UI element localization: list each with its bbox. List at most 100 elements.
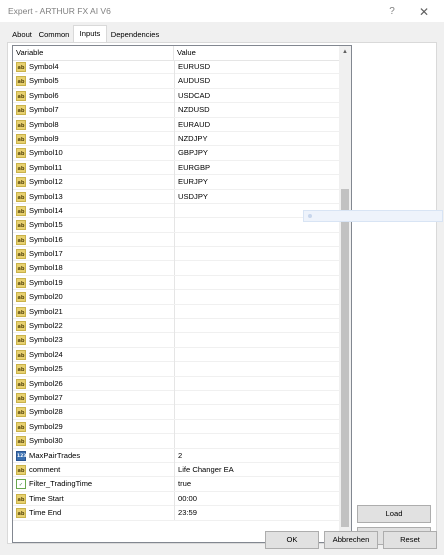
table-row[interactable]: ab Symbol9 NZDJPY [13, 131, 339, 147]
variable-cell[interactable]: ab Symbol8 [13, 118, 173, 132]
variable-cell[interactable]: ab Symbol26 [13, 377, 173, 391]
value-cell[interactable] [174, 347, 339, 362]
table-row[interactable]: ab Symbol15 [13, 218, 339, 233]
variable-cell[interactable]: ab Symbol20 [13, 290, 173, 304]
variable-cell[interactable]: ab Symbol17 [13, 247, 173, 261]
variable-cell[interactable]: ab Symbol28 [13, 405, 173, 419]
value-cell[interactable] [174, 304, 339, 319]
table-row[interactable]: ab Time End 23:59 [13, 506, 339, 521]
table-row[interactable]: ab Time Start 00:00 [13, 491, 339, 507]
value-cell[interactable] [174, 247, 339, 262]
column-header-variable[interactable]: Variable [13, 46, 173, 60]
variable-cell[interactable]: ab Symbol10 [13, 146, 173, 160]
variable-cell[interactable]: ab Symbol27 [13, 391, 173, 405]
table-row[interactable]: ab Symbol22 [13, 319, 339, 334]
table-row[interactable]: ab Symbol19 [13, 275, 339, 291]
column-header-value[interactable]: Value [174, 46, 339, 60]
table-row[interactable]: ab Symbol8 EURAUD [13, 117, 339, 132]
table-row[interactable]: ab Symbol16 [13, 232, 339, 248]
value-cell[interactable]: 23:59 [174, 506, 339, 521]
table-row[interactable]: ab Symbol11 EURGBP [13, 160, 339, 176]
reset-button[interactable]: Reset [383, 531, 437, 549]
table-row[interactable]: 123 MaxPairTrades 2 [13, 448, 339, 463]
variable-cell[interactable]: ab Time End [13, 506, 173, 520]
variable-cell[interactable]: ab Symbol29 [13, 420, 173, 434]
value-cell[interactable] [174, 261, 339, 276]
variable-cell[interactable]: ab Symbol25 [13, 362, 173, 376]
variable-cell[interactable]: ab Symbol16 [13, 233, 173, 247]
cancel-button[interactable]: Abbrechen [324, 531, 378, 549]
table-row[interactable]: ab comment Life Changer EA [13, 462, 339, 478]
variable-cell[interactable]: ab Symbol18 [13, 261, 173, 275]
value-cell[interactable] [174, 232, 339, 247]
value-cell[interactable]: EURUSD [174, 60, 339, 74]
variable-cell[interactable]: ab Symbol21 [13, 305, 173, 319]
table-row[interactable]: ab Symbol14 [13, 203, 339, 219]
value-cell[interactable]: 00:00 [174, 491, 339, 506]
variable-cell[interactable]: ab Symbol11 [13, 161, 173, 175]
variable-cell[interactable]: ab Symbol12 [13, 175, 173, 189]
variable-cell[interactable]: ab Symbol6 [13, 89, 173, 103]
scroll-up-icon[interactable]: ▲ [339, 46, 351, 58]
variable-cell[interactable]: ab Symbol13 [13, 190, 173, 204]
table-row[interactable]: ab Symbol5 AUDUSD [13, 74, 339, 89]
value-cell[interactable]: true [174, 477, 339, 492]
table-row[interactable]: ab Symbol6 USDCAD [13, 88, 339, 104]
value-cell[interactable]: USDJPY [174, 189, 339, 204]
table-row[interactable]: ab Symbol10 GBPJPY [13, 146, 339, 161]
value-cell[interactable]: EURJPY [174, 175, 339, 190]
table-row[interactable]: ab Symbol4 EURUSD [13, 60, 339, 75]
table-row[interactable]: ab Symbol25 [13, 362, 339, 377]
table-row[interactable]: ab Symbol12 EURJPY [13, 175, 339, 190]
variable-cell[interactable]: ab Symbol15 [13, 218, 173, 232]
value-cell[interactable] [174, 275, 339, 290]
table-row[interactable]: ab Symbol26 [13, 376, 339, 391]
variable-cell[interactable]: ✓ Filter_TradingTime [13, 477, 173, 491]
load-button[interactable]: Load [357, 505, 431, 523]
variable-cell[interactable]: ab Time Start [13, 492, 173, 506]
value-cell[interactable]: NZDUSD [174, 103, 339, 118]
tab-about[interactable]: About [10, 28, 34, 42]
close-icon[interactable]: ✕ [414, 4, 434, 20]
variable-cell[interactable]: ab Symbol7 [13, 103, 173, 117]
table-row[interactable]: ab Symbol28 [13, 405, 339, 420]
table-row[interactable]: ab Symbol29 [13, 419, 339, 435]
value-cell[interactable]: EURGBP [174, 160, 339, 175]
value-cell[interactable]: USDCAD [174, 88, 339, 103]
value-cell[interactable]: 2 [174, 448, 339, 463]
table-row[interactable]: ✓ Filter_TradingTime true [13, 477, 339, 492]
table-row[interactable]: ab Symbol13 USDJPY [13, 189, 339, 204]
table-row[interactable]: ab Symbol24 [13, 347, 339, 363]
table-row[interactable]: ab Symbol23 [13, 333, 339, 348]
tab-dependencies[interactable]: Dependencies [107, 28, 163, 42]
value-cell[interactable]: EURAUD [174, 117, 339, 132]
variable-cell[interactable]: ab Symbol9 [13, 132, 173, 146]
value-cell[interactable] [174, 434, 339, 449]
table-row[interactable]: ab Symbol27 [13, 390, 339, 406]
variable-cell[interactable]: ab Symbol5 [13, 74, 173, 88]
value-cell[interactable]: AUDUSD [174, 74, 339, 89]
value-cell[interactable]: Life Changer EA [174, 462, 339, 477]
scrollbar-thumb[interactable] [341, 189, 349, 527]
value-cell[interactable] [174, 333, 339, 348]
value-cell[interactable] [174, 319, 339, 334]
value-cell[interactable] [174, 376, 339, 391]
value-cell[interactable] [174, 405, 339, 420]
value-cell[interactable] [174, 362, 339, 377]
variable-cell[interactable]: ab Symbol14 [13, 204, 173, 218]
value-cell[interactable]: NZDJPY [174, 131, 339, 146]
variable-cell[interactable]: ab Symbol24 [13, 348, 173, 362]
value-cell[interactable] [174, 419, 339, 434]
variable-cell[interactable]: ab comment [13, 463, 173, 477]
value-cell[interactable] [174, 290, 339, 305]
ok-button[interactable]: OK [265, 531, 319, 549]
variable-cell[interactable]: 123 MaxPairTrades [13, 449, 173, 463]
variable-cell[interactable]: ab Symbol19 [13, 276, 173, 290]
variable-cell[interactable]: ab Symbol22 [13, 319, 173, 333]
variable-cell[interactable]: ab Symbol4 [13, 60, 173, 74]
tab-common[interactable]: Common [36, 28, 72, 42]
variable-cell[interactable]: ab Symbol23 [13, 333, 173, 347]
help-icon[interactable]: ? [384, 5, 400, 19]
table-row[interactable]: ab Symbol7 NZDUSD [13, 103, 339, 118]
vertical-scrollbar[interactable]: ▲ ▼ [339, 46, 351, 542]
